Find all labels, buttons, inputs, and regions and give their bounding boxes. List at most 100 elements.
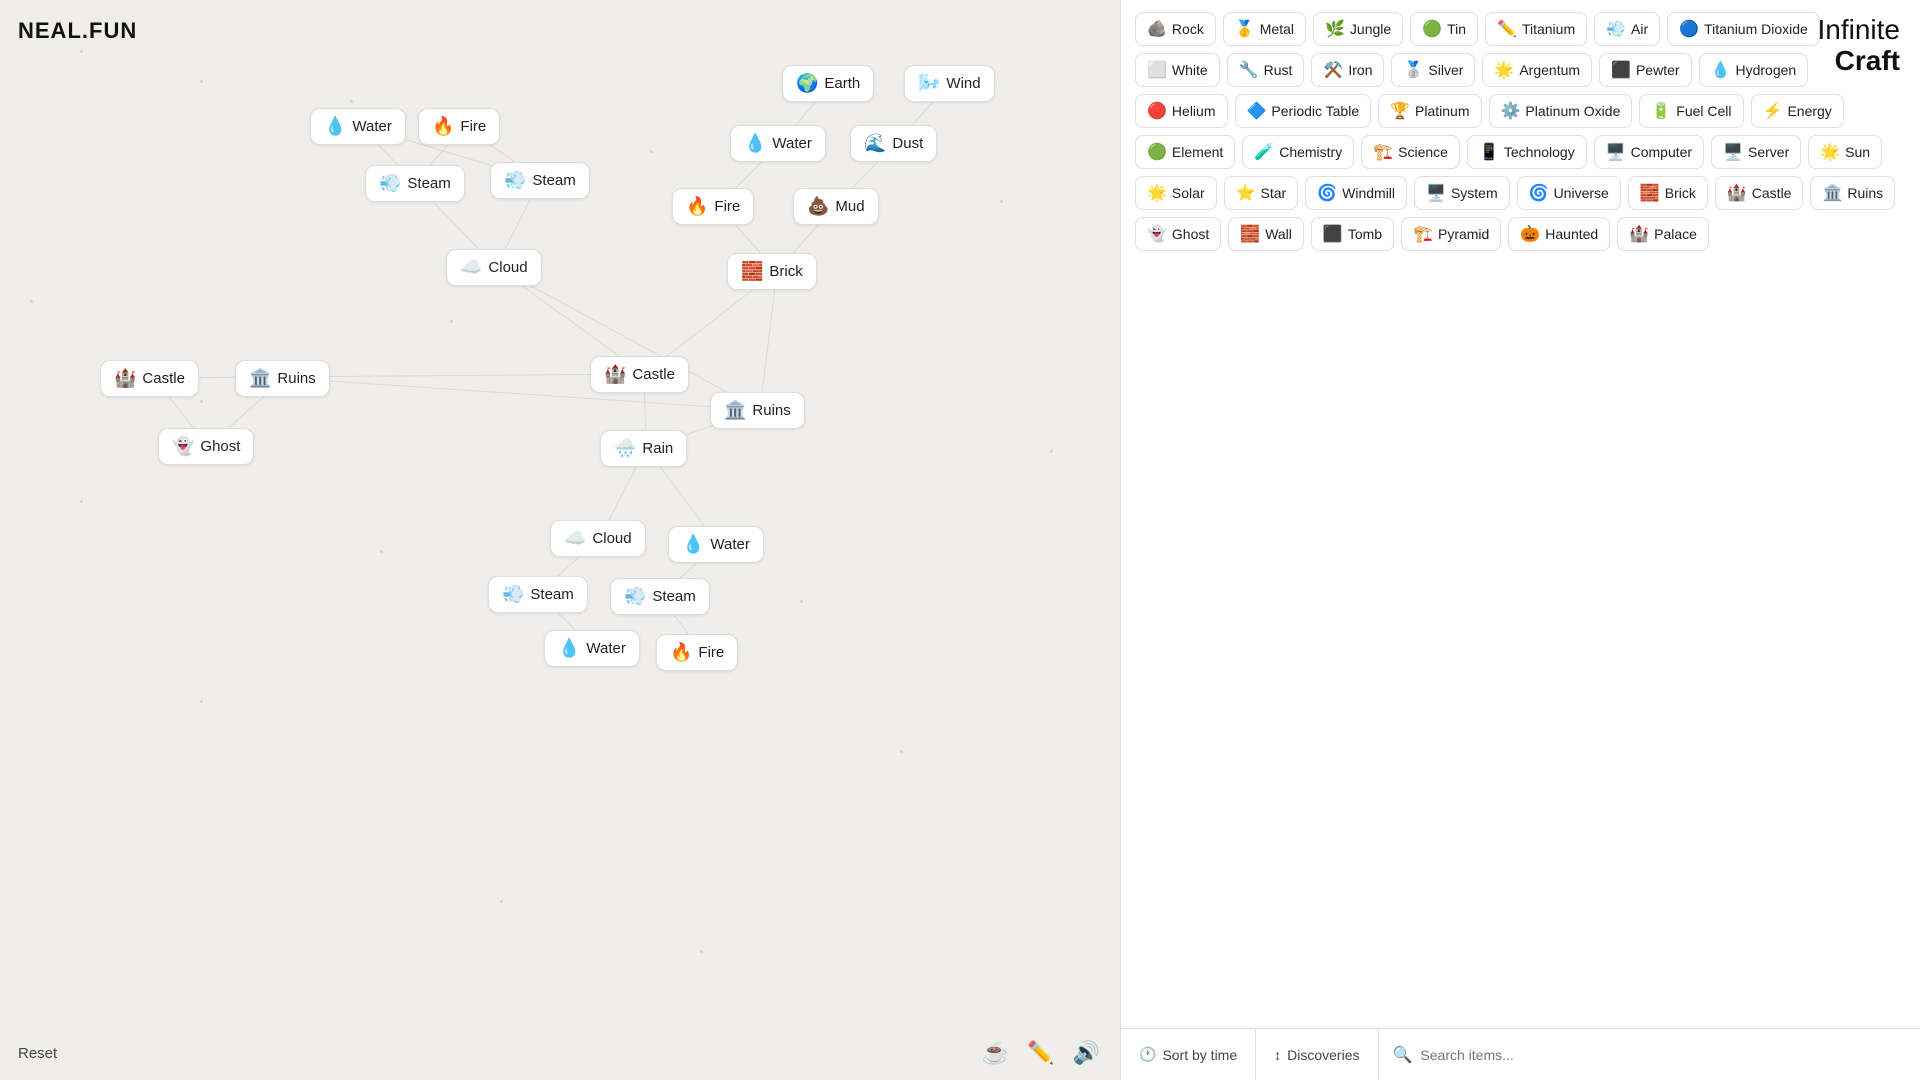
element-icon: ☁️ [460, 257, 482, 278]
sidebar-item-palace[interactable]: 🏰Palace [1617, 217, 1709, 251]
sidebar-item-technology[interactable]: 📱Technology [1467, 135, 1587, 169]
sidebar-item-rock[interactable]: 🪨Rock [1135, 12, 1216, 46]
sidebar-item-iron[interactable]: ⚒️Iron [1311, 53, 1384, 87]
canvas-element-e9[interactable]: 🌊Dust [850, 125, 937, 162]
search-input[interactable] [1420, 1047, 1906, 1063]
chip-label: Hydrogen [1735, 62, 1796, 78]
panel-bottom-btn-discoveries[interactable]: ↕Discoveries [1256, 1029, 1378, 1080]
sidebar-item-tin[interactable]: 🟢Tin [1410, 12, 1478, 46]
chip-label: Rock [1172, 21, 1204, 37]
canvas-element-e21[interactable]: 💨Steam [488, 576, 588, 613]
sidebar-item-pyramid[interactable]: 🏗️Pyramid [1401, 217, 1501, 251]
sidebar-item-windmill[interactable]: 🌀Windmill [1305, 176, 1407, 210]
canvas-element-e18[interactable]: 🌧️Rain [600, 430, 687, 467]
sidebar-item-platinum-oxide[interactable]: ⚙️Platinum Oxide [1489, 94, 1633, 128]
canvas-element-e6[interactable]: 🌍 Earth [782, 65, 874, 102]
sidebar-item-server[interactable]: 🖥️Server [1711, 135, 1801, 169]
chip-icon: ⚒️ [1323, 60, 1343, 80]
chip-icon: 🔵 [1679, 19, 1699, 39]
sidebar-item-helium[interactable]: 🔴Helium [1135, 94, 1228, 128]
bottom-icon-0[interactable]: ☕ [982, 1040, 1009, 1066]
chip-label: Technology [1504, 144, 1575, 160]
sidebar-item-pewter[interactable]: ⬛Pewter [1599, 53, 1692, 87]
sidebar-item-fuel-cell[interactable]: 🔋Fuel Cell [1639, 94, 1743, 128]
sidebar-item-element[interactable]: 🟢Element [1135, 135, 1235, 169]
element-icon: 🧱 [741, 261, 763, 282]
chip-label: Chemistry [1279, 144, 1342, 160]
bottom-icon-1[interactable]: ✏️ [1027, 1040, 1054, 1066]
element-label: Fire [698, 644, 724, 661]
element-icon: 💩 [807, 196, 829, 217]
canvas-element-e23[interactable]: 💧Water [544, 630, 640, 667]
sidebar-item-rust[interactable]: 🔧Rust [1227, 53, 1305, 87]
chip-label: Tomb [1348, 226, 1382, 242]
canvas-element-e10[interactable]: 🔥Fire [672, 188, 754, 225]
canvas-element-e24[interactable]: 🔥Fire [656, 634, 738, 671]
element-label: Earth [824, 75, 860, 92]
element-label: Mud [835, 198, 864, 215]
chip-icon: 🌟 [1820, 142, 1840, 162]
sidebar-item-titanium-dioxide[interactable]: 🔵Titanium Dioxide [1667, 12, 1820, 46]
sidebar-item-universe[interactable]: 🌀Universe [1517, 176, 1621, 210]
sidebar-item-titanium[interactable]: ✏️Titanium [1485, 12, 1587, 46]
sidebar-item-computer[interactable]: 🖥️Computer [1594, 135, 1704, 169]
sidebar-item-solar[interactable]: 🌟Solar [1135, 176, 1217, 210]
chip-icon: 🧪 [1254, 142, 1274, 162]
chip-label: Solar [1172, 185, 1205, 201]
sidebar-item-metal[interactable]: 🥇Metal [1223, 12, 1306, 46]
canvas-element-e2[interactable]: 🔥Fire [418, 108, 500, 145]
reset-button[interactable]: Reset [18, 1045, 57, 1062]
panel-bottom-btn-sort-by-time[interactable]: 🕐Sort by time [1121, 1029, 1256, 1080]
sidebar-item-ruins[interactable]: 🏛️Ruins [1810, 176, 1895, 210]
sidebar-item-chemistry[interactable]: 🧪 Chemistry [1242, 135, 1354, 169]
sidebar-item-system[interactable]: 🖥️System [1414, 176, 1510, 210]
sidebar-item-haunted[interactable]: 🎃Haunted [1508, 217, 1610, 251]
chip-icon: 🟢 [1147, 142, 1167, 162]
canvas-element-e3[interactable]: 💨Steam [365, 165, 465, 202]
sidebar-item-castle[interactable]: 🏰Castle [1715, 176, 1804, 210]
sidebar-item-ghost[interactable]: 👻Ghost [1135, 217, 1221, 251]
sidebar-item-periodic-table[interactable]: 🔷Periodic Table [1235, 94, 1372, 128]
sidebar-item-argentum[interactable]: 🌟Argentum [1482, 53, 1592, 87]
canvas-element-e22[interactable]: 💨Steam [610, 578, 710, 615]
canvas-element-e15[interactable]: 👻Ghost [158, 428, 254, 465]
canvas-element-e12[interactable]: 🧱Brick [727, 253, 817, 290]
sidebar-item-science[interactable]: 🏗️Science [1361, 135, 1460, 169]
chip-label: Rust [1264, 62, 1293, 78]
chip-icon: 👻 [1147, 224, 1167, 244]
bottom-icon-2[interactable]: 🔊 [1073, 1040, 1100, 1066]
sidebar-item-star[interactable]: ⭐Star [1224, 176, 1299, 210]
sidebar-item-jungle[interactable]: 🌿Jungle [1313, 12, 1403, 46]
sidebar-item-tomb[interactable]: ⬛Tomb [1311, 217, 1394, 251]
chip-label: Ruins [1847, 185, 1883, 201]
canvas-element-e13[interactable]: 🏰Castle [100, 360, 199, 397]
sidebar-item-hydrogen[interactable]: 💧Hydrogen [1699, 53, 1809, 87]
sidebar-item-platinum[interactable]: 🏆Platinum [1378, 94, 1481, 128]
sidebar-item-sun[interactable]: 🌟Sun [1808, 135, 1882, 169]
element-label: Castle [632, 366, 675, 383]
canvas-element-e14[interactable]: 🏛️Ruins [235, 360, 330, 397]
element-label: Castle [142, 370, 185, 387]
element-icon: 🌍 [796, 73, 818, 94]
canvas-element-e8[interactable]: 💧Water [730, 125, 826, 162]
chip-icon: ⬜ [1147, 60, 1167, 80]
chip-label: Server [1748, 144, 1789, 160]
canvas-element-e20[interactable]: 💧Water [668, 526, 764, 563]
sidebar-item-energy[interactable]: ⚡Energy [1751, 94, 1844, 128]
sidebar-item-white[interactable]: ⬜White [1135, 53, 1220, 87]
canvas-element-e17[interactable]: 🏛️Ruins [710, 392, 805, 429]
canvas-element-e19[interactable]: ☁️Cloud [550, 520, 646, 557]
canvas-element-e4[interactable]: 💨Steam [490, 162, 590, 199]
sidebar-item-silver[interactable]: 🥈Silver [1391, 53, 1475, 87]
element-label: Steam [530, 586, 573, 603]
items-grid: 🪨Rock🥇Metal🌿Jungle🟢Tin✏️Titanium💨Air🔵Tit… [1121, 0, 1920, 1028]
canvas-element-e16[interactable]: 🏰Castle [590, 356, 689, 393]
canvas-element-e11[interactable]: 💩 Mud [793, 188, 879, 225]
sidebar-item-wall[interactable]: 🧱Wall [1228, 217, 1304, 251]
chip-label: Air [1631, 21, 1648, 37]
sidebar-item-air[interactable]: 💨Air [1594, 12, 1660, 46]
canvas-element-e5[interactable]: ☁️Cloud [446, 249, 542, 286]
canvas-element-e1[interactable]: 💧Water [310, 108, 406, 145]
canvas-element-e7[interactable]: 🌬️Wind [904, 65, 995, 102]
sidebar-item-brick[interactable]: 🧱Brick [1628, 176, 1708, 210]
